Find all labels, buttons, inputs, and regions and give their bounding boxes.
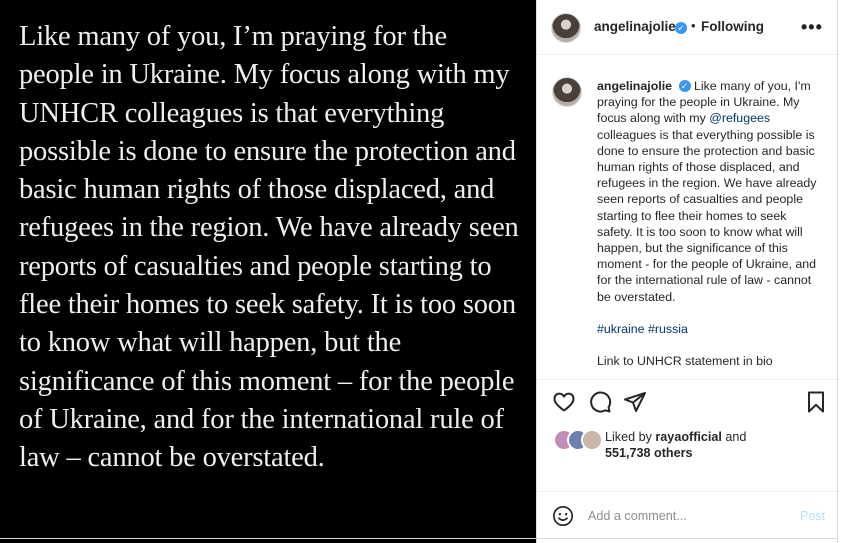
likes-text: Liked by rayaofficial and 551,738 others — [605, 429, 746, 461]
caption-area: angelinajolie ✓ Like many of you, I'm pr… — [538, 56, 839, 381]
author-avatar[interactable] — [551, 13, 581, 43]
header-separator: • — [691, 18, 696, 33]
heart-icon[interactable] — [552, 390, 576, 414]
caption-avatar[interactable] — [552, 77, 582, 107]
author-username[interactable]: angelinajolie — [594, 19, 676, 34]
liker-avatars[interactable] — [553, 429, 603, 451]
bottom-border — [0, 538, 838, 539]
liked-by-prefix: Liked by — [605, 430, 656, 444]
verified-badge-icon: ✓ — [675, 22, 687, 34]
caption-username[interactable]: angelinajolie — [597, 79, 672, 93]
panel-border — [837, 0, 838, 543]
likes-count[interactable]: 551,738 others — [605, 446, 693, 460]
share-icon[interactable] — [623, 390, 647, 414]
mention-link[interactable]: @refugees — [709, 111, 770, 125]
hashtag-ukraine[interactable]: #ukraine — [597, 322, 645, 336]
likes-section: Liked by rayaofficial and 551,738 others — [538, 425, 839, 467]
bookmark-icon[interactable] — [804, 390, 828, 414]
caption-body: angelinajolie ✓ Like many of you, I'm pr… — [597, 78, 825, 369]
post-comment-button[interactable]: Post — [800, 509, 825, 523]
liker-avatar[interactable] — [581, 429, 603, 451]
caption-footer-line: Link to UNHCR statement in bio — [597, 354, 773, 369]
caption-verified-icon: ✓ — [678, 80, 691, 92]
caption-paragraph: angelinajolie ✓ Like many of you, I'm pr… — [597, 78, 825, 305]
comment-input[interactable] — [588, 506, 788, 526]
action-bar — [538, 380, 839, 425]
post-side-panel: angelinajolie ✓ • Following ••• angelina… — [538, 0, 839, 543]
post-image[interactable]: Like many of you, I’m praying for the pe… — [0, 0, 537, 543]
post-image-text: Like many of you, I’m praying for the pe… — [19, 21, 519, 474]
comment-icon[interactable] — [588, 390, 612, 414]
comment-row: Post — [538, 492, 839, 538]
hashtag-russia[interactable]: #russia — [648, 322, 688, 336]
post-header: angelinajolie ✓ • Following ••• — [538, 0, 839, 55]
likes-and: and — [721, 430, 747, 444]
emoji-icon[interactable] — [552, 505, 574, 527]
more-options-icon[interactable]: ••• — [801, 17, 823, 38]
caption-text-end: colleagues is that everything possible i… — [597, 127, 817, 304]
liker-username[interactable]: rayaofficial — [655, 430, 722, 444]
hashtags-line: #ukraine #russia — [597, 321, 825, 337]
following-button[interactable]: Following — [701, 19, 764, 34]
